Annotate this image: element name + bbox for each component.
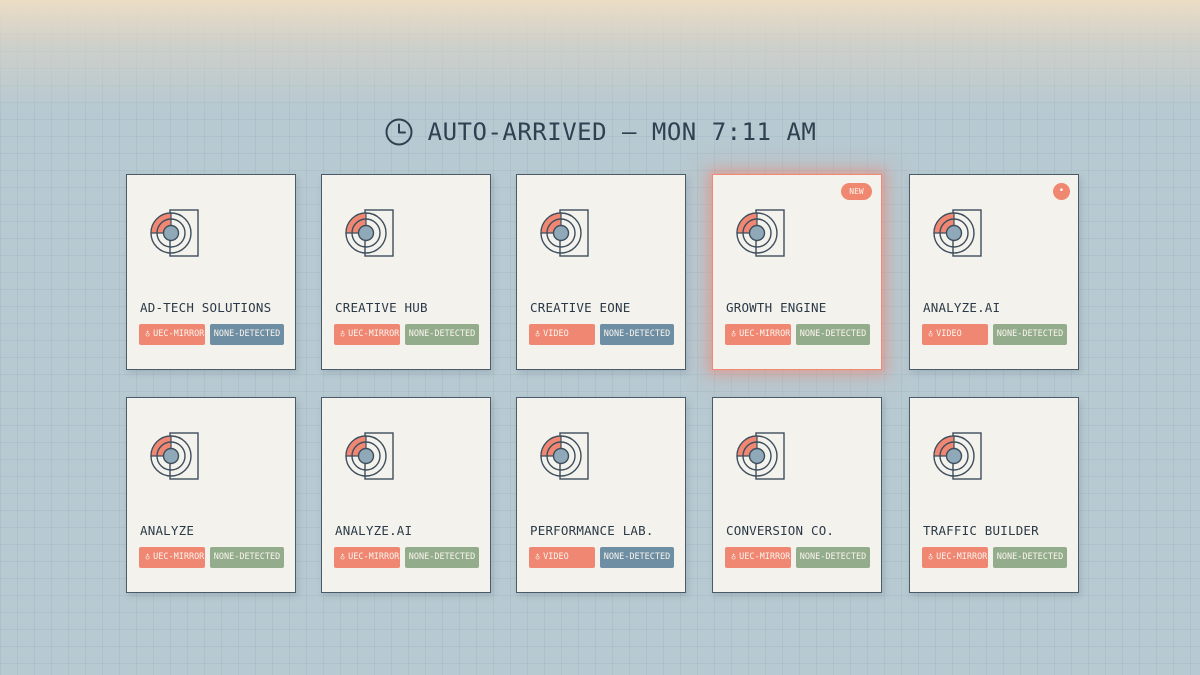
agency-card-analyze-ai[interactable]: ANALYZE.AI ♁ VIDEO NONE-DETECTED • [909,174,1079,370]
card-title: AD-TECH SOLUTIONS [140,300,272,315]
brand-logo-icon [146,208,200,262]
detection-tag[interactable]: NONE-DETECTED [405,324,479,345]
card-tags: ♁ UEC-MIRROR NONE-DETECTED [334,324,479,345]
format-tag-label: VIDEO [936,329,962,339]
format-tag[interactable]: ♁ UEC-MIRROR [139,547,205,568]
format-icon: ♁ [535,552,541,562]
brand-logo-icon [732,431,786,485]
format-tag[interactable]: ♁ VIDEO [529,324,595,345]
card-title: ANALYZE.AI [923,300,1001,315]
detection-tag[interactable]: NONE-DETECTED [796,547,870,568]
card-tags: ♁ VIDEO NONE-DETECTED [922,324,1067,345]
format-icon: ♁ [731,552,737,562]
format-tag-label: UEC-MIRROR [348,329,400,339]
format-tag-label: UEC-MIRROR [348,552,400,562]
format-tag[interactable]: ♁ UEC-MIRROR [725,547,791,568]
card-tags: ♁ UEC-MIRROR NONE-DETECTED [725,547,870,568]
format-tag[interactable]: ♁ UEC-MIRROR [139,324,205,345]
card-tags: ♁ VIDEO NONE-DETECTED [529,547,674,568]
detection-tag[interactable]: NONE-DETECTED [993,324,1067,345]
format-icon: ♁ [340,329,346,339]
card-tags: ♁ UEC-MIRROR NONE-DETECTED [922,547,1067,568]
agency-card-performance-lab[interactable]: PERFORMANCE LAB. ♁ VIDEO NONE-DETECTED [516,397,686,593]
card-tags: ♁ UEC-MIRROR NONE-DETECTED [139,547,284,568]
card-title: CONVERSION CO. [726,523,835,538]
card-title: CREATIVE EONE [530,300,631,315]
card-tags: ♁ VIDEO NONE-DETECTED [529,324,674,345]
card-tags: ♁ UEC-MIRROR NONE-DETECTED [334,547,479,568]
format-icon: ♁ [145,329,151,339]
format-tag-label: UEC-MIRROR [739,552,791,562]
brand-logo-icon [929,208,983,262]
card-title: GROWTH ENGINE [726,300,827,315]
format-icon: ♁ [731,329,737,339]
agency-card-ad-tech-solutions[interactable]: AD-TECH SOLUTIONS ♁ UEC-MIRROR NONE-DETECTE… [126,174,296,370]
brand-logo-icon [341,431,395,485]
format-icon: ♁ [340,552,346,562]
card-title: ANALYZE.AI [335,523,413,538]
detection-tag[interactable]: NONE-DETECTED [600,324,674,345]
detection-tag[interactable]: NONE-DETECTED [600,547,674,568]
format-tag-label: UEC-MIRROR [739,329,791,339]
format-tag[interactable]: ♁ UEC-MIRROR [334,324,400,345]
agency-card-creative-hub[interactable]: CREATIVE HUB ♁ UEC-MIRROR NONE-DETECTED [321,174,491,370]
page-title: AUTO-ARRIVED — MON 7:11 AM [427,118,817,146]
format-tag[interactable]: ♁ VIDEO [529,547,595,568]
clock-icon [385,118,413,146]
format-icon: ♁ [928,329,934,339]
format-icon: ♁ [928,552,934,562]
card-title: PERFORMANCE LAB. [530,523,654,538]
format-tag-label: UEC-MIRROR [153,329,205,339]
format-tag-label: UEC-MIRROR [153,552,205,562]
detection-tag[interactable]: NONE-DETECTED [210,547,284,568]
brand-logo-icon [146,431,200,485]
detection-tag[interactable]: NONE-DETECTED [993,547,1067,568]
brand-logo-icon [732,208,786,262]
format-tag-label: VIDEO [543,552,569,562]
format-tag[interactable]: ♁ VIDEO [922,324,988,345]
card-title: TRAFFIC BUILDER [923,523,1039,538]
card-tags: ♁ UEC-MIRROR NONE-DETECTED [139,324,284,345]
detection-tag[interactable]: NONE-DETECTED [210,324,284,345]
card-tags: ♁ UEC-MIRROR NONE-DETECTED [725,324,870,345]
format-icon: ♁ [535,329,541,339]
agency-card-conversion-co[interactable]: CONVERSION CO. ♁ UEC-MIRROR NONE-DETECTED [712,397,882,593]
format-tag[interactable]: ♁ UEC-MIRROR [334,547,400,568]
detection-tag[interactable]: NONE-DETECTED [796,324,870,345]
page-header: AUTO-ARRIVED — MON 7:11 AM [0,114,1200,150]
agency-card-analyze[interactable]: ANALYZE ♁ UEC-MIRROR NONE-DETECTED [126,397,296,593]
brand-logo-icon [929,431,983,485]
card-title: CREATIVE HUB [335,300,428,315]
notification-badge: • [1053,183,1070,200]
agency-card-creative-eone[interactable]: CREATIVE EONE ♁ VIDEO NONE-DETECTED [516,174,686,370]
new-badge: NEW [841,183,872,200]
brand-logo-icon [341,208,395,262]
format-tag-label: VIDEO [543,329,569,339]
format-tag[interactable]: ♁ UEC-MIRROR [725,324,791,345]
card-title: ANALYZE [140,523,195,538]
agency-card-traffic-builder[interactable]: TRAFFIC BUILDER ♁ UEC-MIRROR NONE-DETECTED [909,397,1079,593]
detection-tag[interactable]: NONE-DETECTED [405,547,479,568]
agency-card-growth-engine[interactable]: GROWTH ENGINE ♁ UEC-MIRROR NONE-DETECTED NEW [712,174,882,370]
brand-logo-icon [536,208,590,262]
format-tag[interactable]: ♁ UEC-MIRROR [922,547,988,568]
format-tag-label: UEC-MIRROR [936,552,988,562]
agency-card-analyze-ai[interactable]: ANALYZE.AI ♁ UEC-MIRROR NONE-DETECTED [321,397,491,593]
brand-logo-icon [536,431,590,485]
format-icon: ♁ [145,552,151,562]
